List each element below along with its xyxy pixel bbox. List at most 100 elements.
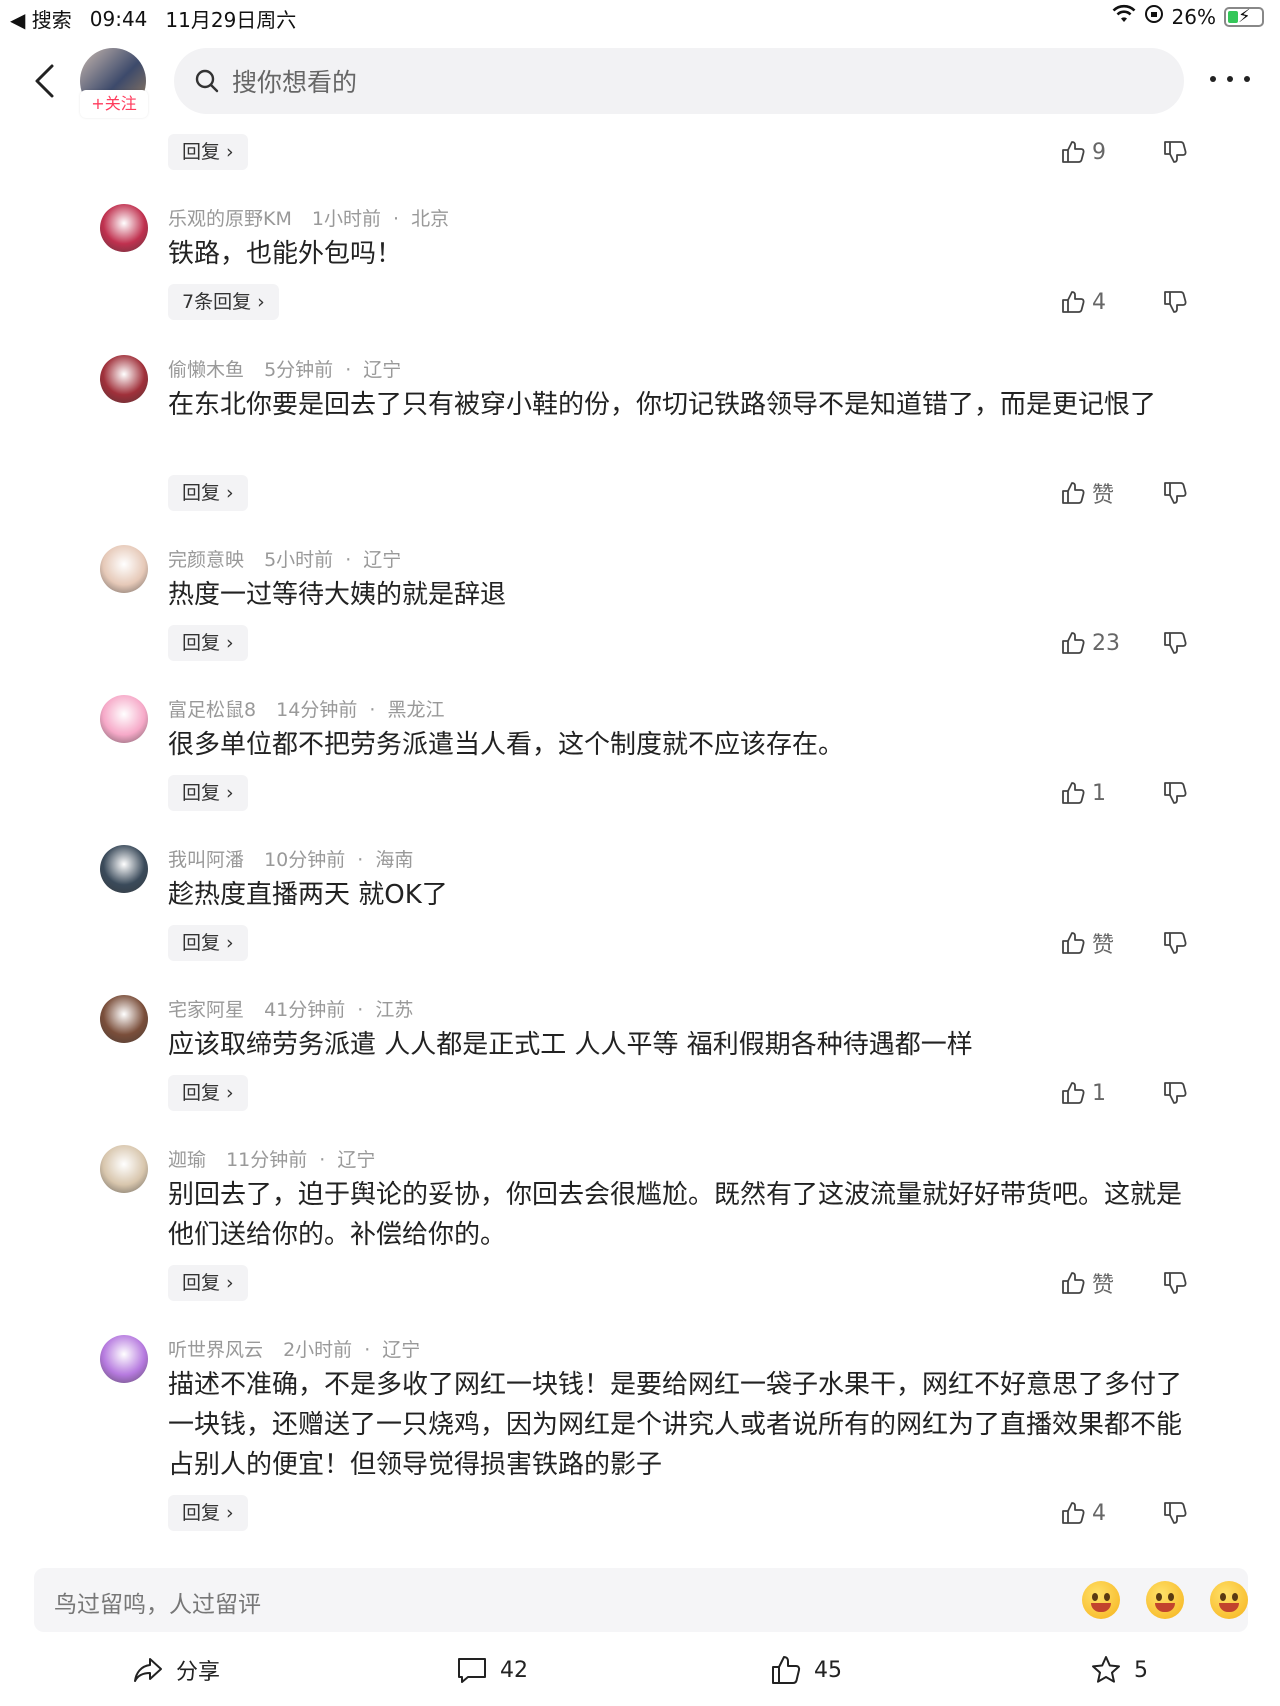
chevron-left-icon xyxy=(35,64,54,98)
user-avatar[interactable] xyxy=(100,355,148,403)
dislike-button[interactable] xyxy=(1160,289,1190,315)
user-avatar[interactable] xyxy=(100,1145,148,1193)
user-avatar[interactable] xyxy=(100,204,148,252)
username[interactable]: 我叫阿潘 xyxy=(168,849,244,871)
comment-input[interactable]: 鸟过留鸣，人过留评 xyxy=(34,1568,1248,1632)
comment-meta: 富足松鼠8 14分钟前 · 黑龙江 xyxy=(168,695,444,722)
like-button[interactable]: 4 xyxy=(1060,1500,1160,1526)
dislike-button[interactable] xyxy=(1160,780,1190,806)
thumbs-up-icon xyxy=(1062,782,1085,804)
dislike-button[interactable] xyxy=(1160,1080,1190,1106)
comment-text[interactable]: 描述不准确，不是多收了网红一块钱！是要给网红一袋子水果干，网红不好意思了多付了一… xyxy=(168,1365,1188,1485)
like-button[interactable]: 23 xyxy=(1060,630,1160,656)
thumbs-up-icon xyxy=(1062,1502,1085,1524)
follow-button[interactable]: +关注 xyxy=(80,90,148,118)
comment-text[interactable]: 热度一过等待大姨的就是辞退 xyxy=(168,575,1188,615)
status-bar: ◀ 搜索 09:44 11月29日周六 26% ⚡ xyxy=(0,0,1280,34)
reply-label: 回复 xyxy=(182,1272,221,1294)
dislike-button[interactable] xyxy=(1160,930,1190,956)
like-post-button[interactable]: 45 xyxy=(770,1650,842,1690)
comments-button[interactable]: 42 xyxy=(456,1650,528,1690)
comment-time: 10分钟前 xyxy=(264,849,346,871)
comment-location: 海南 xyxy=(375,849,414,871)
thumbs-down-icon xyxy=(1164,932,1187,954)
username[interactable]: 乐观的原野KM xyxy=(168,208,292,230)
reply-button[interactable]: 回复 › xyxy=(168,775,248,811)
more-dot-icon xyxy=(1244,76,1250,82)
like-button[interactable]: 1 xyxy=(1060,1080,1160,1106)
more-options-button[interactable] xyxy=(1210,64,1250,94)
reply-label: 回复 xyxy=(182,482,221,504)
comment-meta: 我叫阿潘 10分钟前 · 海南 xyxy=(168,845,413,872)
chevron-right-icon: › xyxy=(226,1272,234,1294)
dislike-button[interactable] xyxy=(1160,1270,1190,1296)
star-icon xyxy=(1092,1656,1120,1683)
search-input[interactable]: 搜你想看的 xyxy=(174,48,1184,114)
like-button[interactable]: 赞 xyxy=(1060,1267,1160,1299)
meta-separator: · xyxy=(345,359,352,381)
star-eyes-emoji-icon[interactable] xyxy=(1146,1581,1184,1619)
back-to-app-link[interactable]: ◀ 搜索 xyxy=(10,4,72,33)
back-button[interactable] xyxy=(24,58,64,104)
reply-button[interactable]: 回复 › xyxy=(168,625,248,661)
dislike-button[interactable] xyxy=(1160,139,1190,165)
meta-separator: · xyxy=(345,549,352,571)
comment-text[interactable]: 应该取缔劳务派遣 人人都是正式工 人人平等 福利假期各种待遇都一样 xyxy=(168,1025,1188,1065)
like-button[interactable]: 9 xyxy=(1060,139,1160,165)
reply-button[interactable]: 回复 › xyxy=(168,134,248,170)
reply-label: 回复 xyxy=(182,141,221,163)
chevron-right-icon: › xyxy=(226,782,234,804)
username[interactable]: 完颜意映 xyxy=(168,549,244,571)
username[interactable]: 听世界风云 xyxy=(168,1339,263,1361)
comment-text[interactable]: 在东北你要是回去了只有被穿小鞋的份，你切记铁路领导不是知道错了，而是更记恨了 xyxy=(168,385,1188,425)
comment-text[interactable]: 趁热度直播两天 就OK了 xyxy=(168,875,1188,915)
comment-text[interactable]: 别回去了，迫于舆论的妥协，你回去会很尴尬。既然有了这波流量就好好带货吧。这就是他… xyxy=(168,1175,1188,1255)
comment-time: 14分钟前 xyxy=(276,699,358,721)
comment-time: 5分钟前 xyxy=(264,359,334,381)
reply-button[interactable]: 7条回复 › xyxy=(168,284,279,320)
username[interactable]: 迦瑜 xyxy=(168,1149,206,1171)
comment-text[interactable]: 铁路，也能外包吗！ xyxy=(168,234,1188,274)
user-avatar[interactable] xyxy=(100,995,148,1043)
reply-button[interactable]: 回复 › xyxy=(168,1075,248,1111)
share-icon xyxy=(134,1658,162,1682)
favorite-button[interactable]: 5 xyxy=(1090,1650,1148,1690)
thumbs-down-icon xyxy=(1164,1272,1187,1294)
share-button[interactable]: 分享 xyxy=(132,1650,220,1690)
chevron-right-icon: › xyxy=(226,1082,234,1104)
username[interactable]: 富足松鼠8 xyxy=(168,699,256,721)
like-button[interactable]: 4 xyxy=(1060,289,1160,315)
reply-button[interactable]: 回复 › xyxy=(168,475,248,511)
comment-location: 黑龙江 xyxy=(387,699,445,721)
dislike-button[interactable] xyxy=(1160,1500,1190,1526)
comment-text[interactable]: 很多单位都不把劳务派遣当人看，这个制度就不应该存在。 xyxy=(168,725,1188,765)
dislike-button[interactable] xyxy=(1160,630,1190,656)
grinning-emoji-icon[interactable] xyxy=(1210,1581,1248,1619)
thumbs-up-icon xyxy=(1062,1082,1085,1104)
reply-button[interactable]: 回复 › xyxy=(168,925,248,961)
thumbs-up-icon xyxy=(1062,932,1085,954)
user-avatar[interactable] xyxy=(100,1335,148,1383)
like-button[interactable]: 1 xyxy=(1060,780,1160,806)
meta-separator: · xyxy=(364,1339,371,1361)
chevron-right-icon: › xyxy=(226,632,234,654)
username[interactable]: 偷懒木鱼 xyxy=(168,359,244,381)
username[interactable]: 宅家阿星 xyxy=(168,999,244,1021)
comment-input-placeholder: 鸟过留鸣，人过留评 xyxy=(54,1592,261,1618)
reply-button[interactable]: 回复 › xyxy=(168,1495,248,1531)
comment-meta: 乐观的原野KM 1小时前 · 北京 xyxy=(168,204,449,231)
user-avatar[interactable] xyxy=(100,845,148,893)
chevron-right-icon: › xyxy=(257,291,265,313)
like-button[interactable]: 赞 xyxy=(1060,477,1160,509)
comments-count: 42 xyxy=(500,1657,528,1683)
user-avatar[interactable] xyxy=(100,545,148,593)
wifi-icon xyxy=(1112,4,1136,29)
like-button[interactable]: 赞 xyxy=(1060,927,1160,959)
reply-button[interactable]: 回复 › xyxy=(168,1265,248,1301)
user-avatar[interactable] xyxy=(100,695,148,743)
dislike-button[interactable] xyxy=(1160,480,1190,506)
laughing-crying-emoji-icon[interactable] xyxy=(1082,1581,1120,1619)
share-label: 分享 xyxy=(176,1660,221,1685)
chevron-right-icon: › xyxy=(226,1502,234,1524)
reply-label: 回复 xyxy=(182,782,221,804)
